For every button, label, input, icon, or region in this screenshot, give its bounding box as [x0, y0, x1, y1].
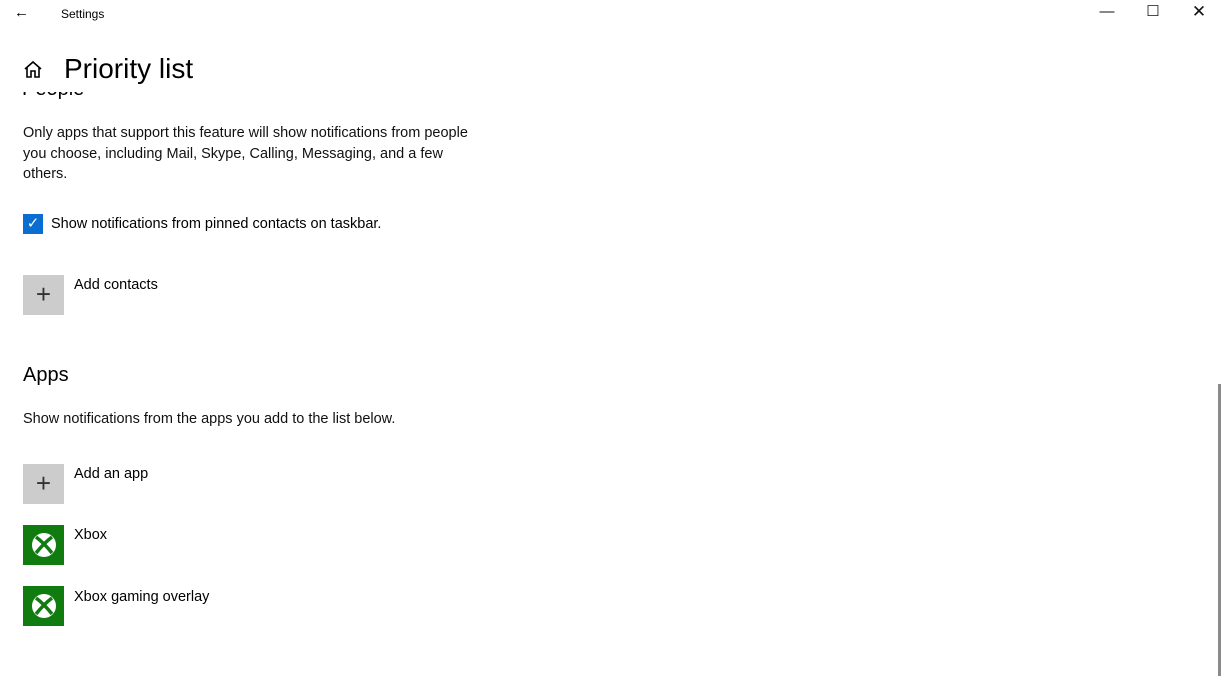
close-icon[interactable]: ✕ — [1179, 2, 1219, 22]
people-description: Only apps that support this feature will… — [23, 125, 468, 182]
plus-icon: + — [35, 279, 52, 309]
title-bar: ← Settings — ☐ ✕ — [0, 0, 1223, 30]
apps-description: Show notifications from the apps you add… — [23, 411, 396, 427]
add-app-label[interactable]: Add an app — [74, 466, 148, 482]
app-item-xbox[interactable]: Xbox — [74, 527, 107, 543]
content-scroll-area: People Only apps that support this featu… — [0, 92, 1210, 689]
checkbox-label: Show notifications from pinned contacts … — [51, 216, 382, 232]
add-app-button[interactable]: + — [23, 464, 64, 504]
vertical-scrollbar[interactable] — [1218, 384, 1221, 676]
checkmark-icon[interactable]: ✓ — [23, 214, 43, 234]
pinned-contacts-checkbox[interactable]: ✓ Show notifications from pinned contact… — [23, 214, 381, 234]
back-arrow-icon[interactable]: ← — [14, 4, 29, 21]
maximize-icon[interactable]: ☐ — [1133, 2, 1173, 20]
page-title: Priority list — [64, 53, 194, 84]
xbox-icon[interactable] — [23, 586, 64, 626]
plus-icon: + — [35, 468, 52, 498]
app-item-xbox-gaming-overlay[interactable]: Xbox gaming overlay — [74, 589, 209, 605]
window-title: Settings — [61, 7, 105, 21]
minimize-icon[interactable]: — — [1087, 3, 1127, 20]
add-contacts-button[interactable]: + — [23, 275, 64, 315]
home-icon[interactable] — [23, 59, 43, 84]
people-heading: People — [22, 92, 84, 101]
add-contacts-label[interactable]: Add contacts — [74, 277, 158, 293]
xbox-icon[interactable] — [23, 525, 64, 565]
apps-heading: Apps — [23, 364, 69, 386]
